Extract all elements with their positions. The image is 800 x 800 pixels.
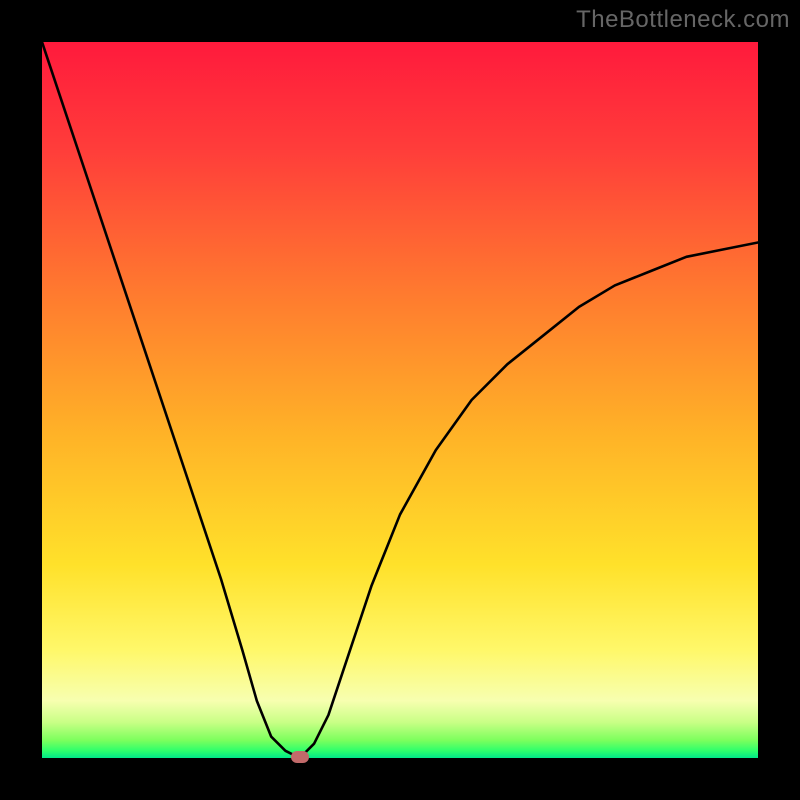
- bottleneck-curve: [42, 42, 758, 758]
- watermark-label: TheBottleneck.com: [576, 6, 790, 34]
- chart-outer: TheBottleneck.com: [0, 0, 800, 800]
- optimum-marker: [291, 751, 309, 763]
- plot-area: [42, 42, 758, 758]
